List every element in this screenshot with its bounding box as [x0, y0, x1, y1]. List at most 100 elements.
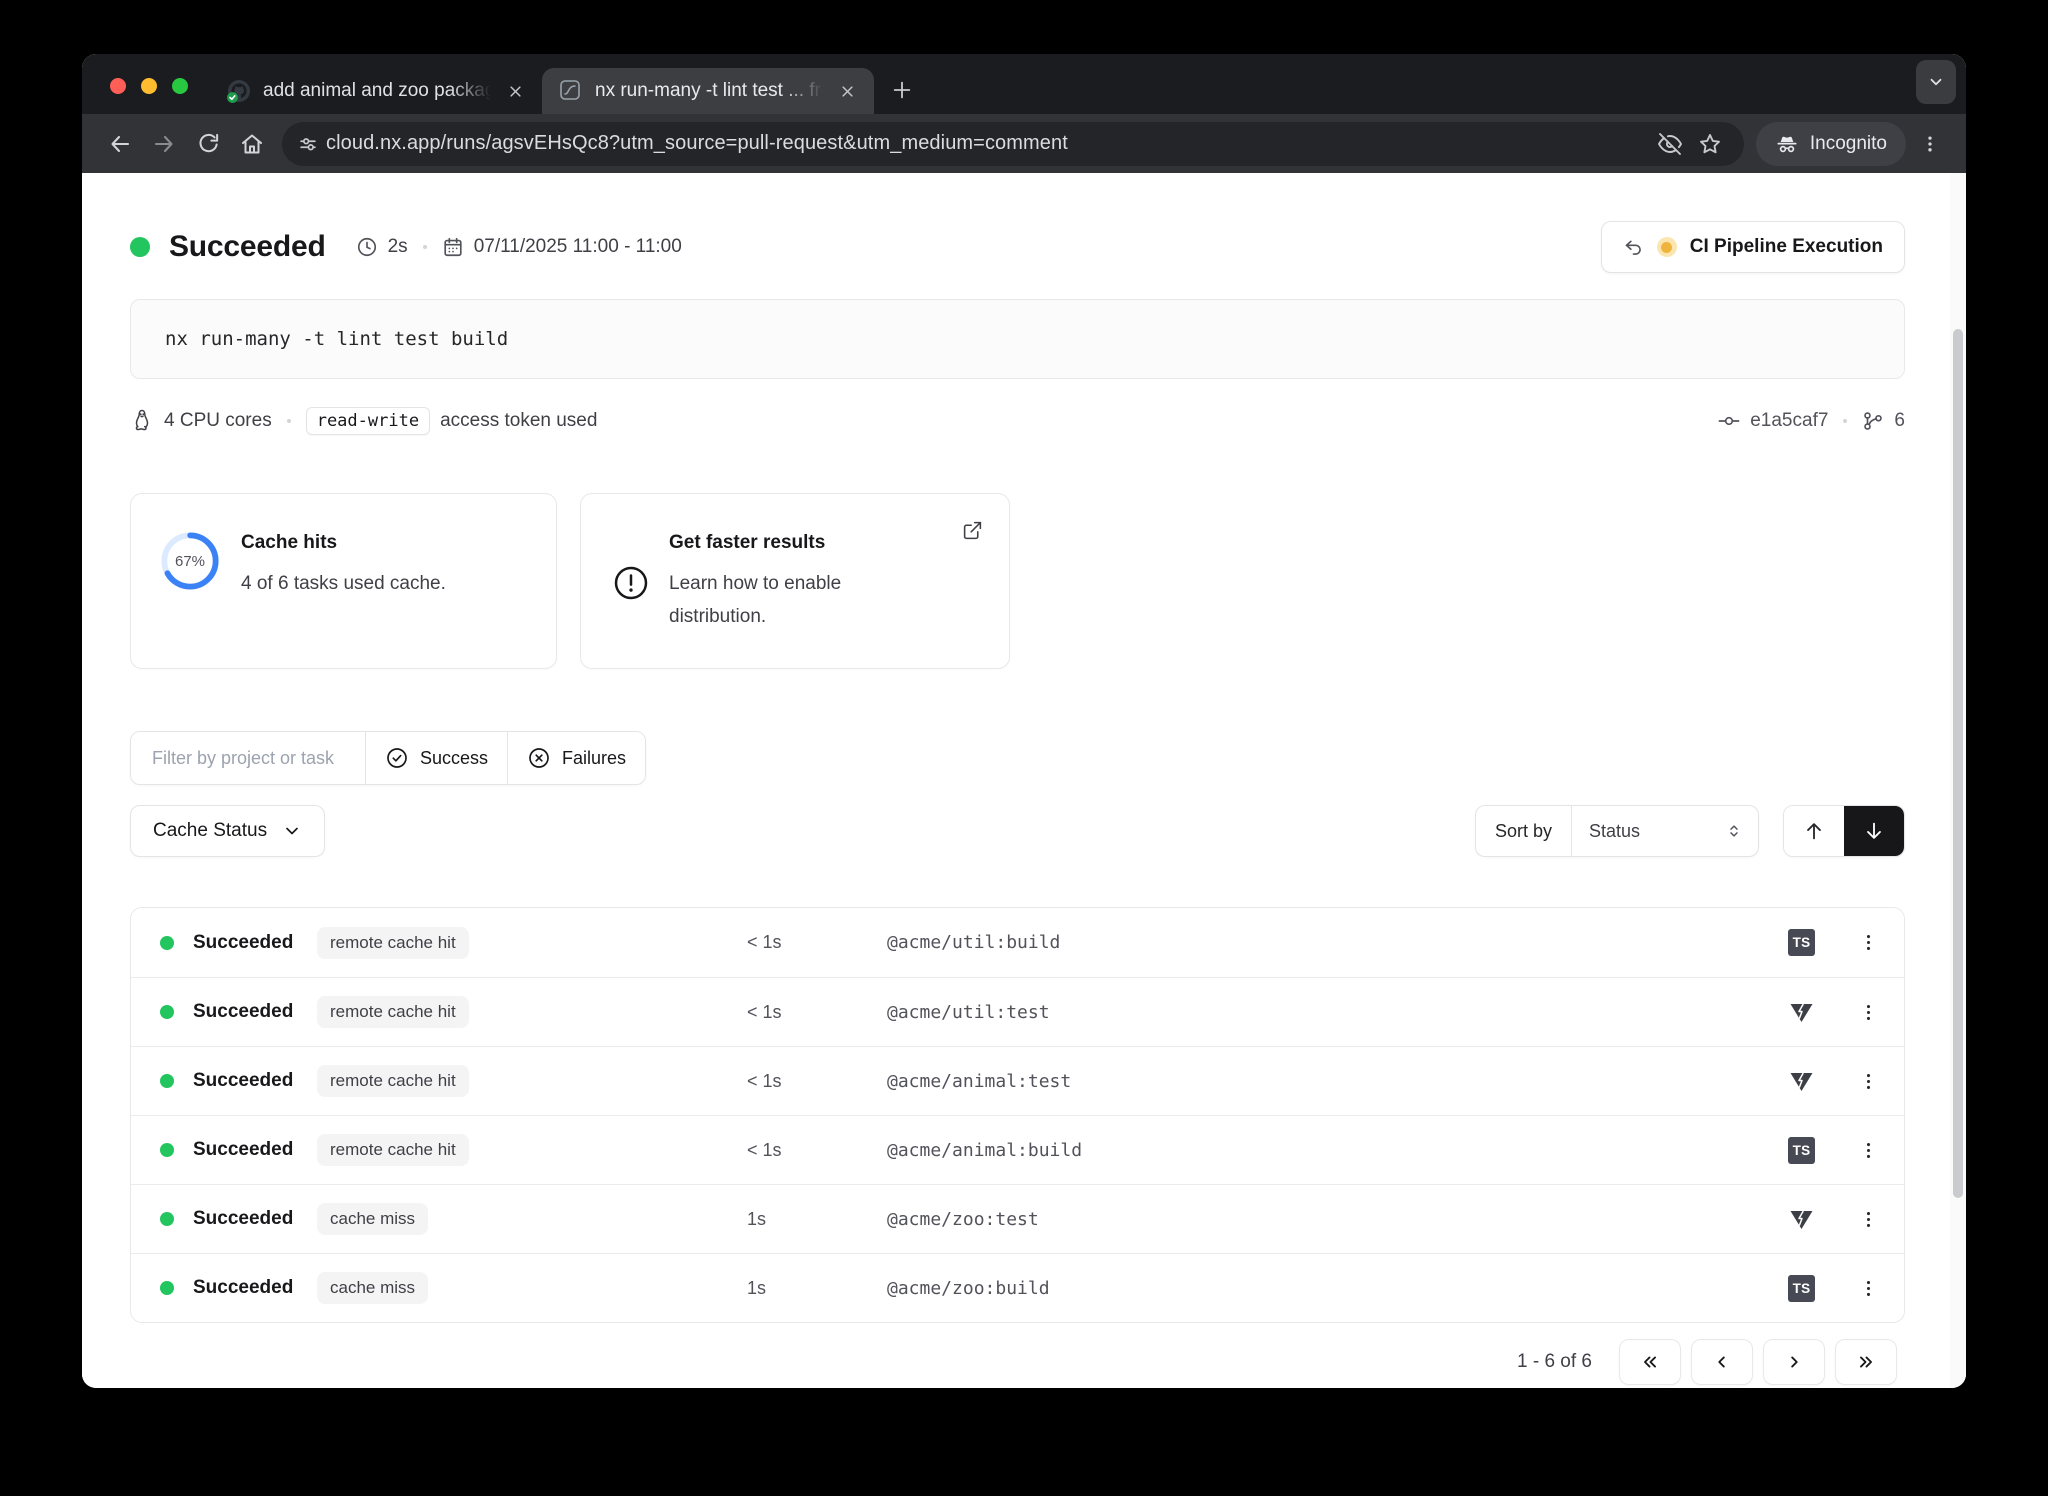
row-menu-icon[interactable] — [1857, 1137, 1880, 1164]
distribution-line2: distribution. — [669, 606, 767, 627]
sort-descending-button[interactable] — [1844, 806, 1904, 856]
table-row[interactable]: Succeeded remote cache hit < 1s @acme/ut… — [131, 977, 1904, 1046]
minimize-window-button[interactable] — [141, 78, 157, 94]
row-task-name[interactable]: @acme/animal:build — [882, 1140, 1788, 1161]
back-icon[interactable] — [98, 122, 142, 166]
select-chevrons-icon — [1725, 822, 1743, 840]
window-controls — [110, 78, 188, 94]
row-status-label: Succeeded — [193, 931, 294, 953]
run-status-title: Succeeded — [169, 230, 326, 263]
row-menu-icon[interactable] — [1857, 929, 1880, 956]
cache-hits-card: 67% Cache hits 4 of 6 tasks used cache. — [130, 493, 557, 669]
info-circle-icon — [611, 563, 651, 630]
ci-pipeline-execution-button[interactable]: CI Pipeline Execution — [1600, 221, 1905, 273]
sort-by-label: Sort by — [1476, 806, 1572, 856]
access-token-badge: read-write — [305, 407, 431, 435]
row-task-name[interactable]: @acme/util:build — [882, 932, 1788, 953]
chevron-down-icon — [282, 821, 302, 841]
cache-status-badge: cache miss — [317, 1203, 429, 1235]
first-page-button[interactable] — [1619, 1339, 1681, 1385]
row-actions: TS — [1788, 999, 1880, 1026]
ts-icon: TS — [1788, 929, 1815, 956]
table-row[interactable]: Succeeded remote cache hit < 1s @acme/ut… — [131, 908, 1904, 977]
table-row[interactable]: Succeeded remote cache hit < 1s @acme/an… — [131, 1115, 1904, 1184]
row-status-group: Succeeded cache miss — [155, 1272, 741, 1304]
pipeline-label: CI Pipeline Execution — [1689, 236, 1883, 257]
clock-icon — [356, 236, 378, 258]
tab-search-chevron-button[interactable] — [1916, 60, 1956, 104]
row-actions: TS — [1788, 1136, 1880, 1164]
tab-github-pr[interactable]: add animal and zoo packages — [210, 68, 542, 114]
tab-close-icon[interactable] — [834, 78, 860, 104]
sort-ascending-button[interactable] — [1784, 806, 1844, 856]
cpu-cores-text: 4 CPU cores — [164, 410, 272, 431]
eye-off-icon[interactable] — [1650, 126, 1690, 162]
distribution-title: Get faster results — [669, 532, 826, 553]
last-page-button[interactable] — [1835, 1339, 1897, 1385]
table-row[interactable]: Succeeded remote cache hit < 1s @acme/an… — [131, 1046, 1904, 1115]
page-content: Succeeded 2s 07/11/2025 11:00 - 11:00 CI… — [82, 173, 1966, 1388]
filter-success-toggle[interactable]: Success — [365, 732, 508, 784]
maximize-window-button[interactable] — [172, 78, 188, 94]
distribution-card[interactable]: Get faster results Learn how to enable d… — [580, 493, 1010, 669]
filter-success-label: Success — [420, 747, 489, 768]
next-page-button[interactable] — [1763, 1339, 1825, 1385]
commit-icon — [1718, 410, 1740, 432]
row-menu-icon[interactable] — [1857, 1068, 1880, 1095]
row-task-name[interactable]: @acme/animal:test — [882, 1071, 1788, 1092]
cache-status-badge: remote cache hit — [317, 1134, 469, 1166]
cache-hits-body: 4 of 6 tasks used cache. — [241, 573, 446, 594]
sort-direction-group — [1783, 805, 1905, 857]
sort-select[interactable]: Status — [1572, 806, 1758, 856]
filter-failures-label: Failures — [562, 747, 627, 768]
tab-close-icon[interactable] — [502, 78, 528, 104]
home-icon[interactable] — [230, 122, 274, 166]
separator-dot — [422, 245, 427, 249]
task-table: Succeeded remote cache hit < 1s @acme/ut… — [130, 907, 1905, 1323]
commit-sha[interactable]: e1a5caf7 — [1750, 410, 1828, 432]
status-dot — [160, 935, 174, 950]
sort-group: Sort by Status — [1474, 805, 1759, 857]
pipeline-status-dot — [1656, 237, 1677, 257]
forward-icon[interactable] — [142, 122, 186, 166]
run-meta: 2s 07/11/2025 11:00 - 11:00 — [356, 236, 682, 258]
filter-failures-toggle[interactable]: Failures — [507, 732, 646, 784]
row-duration: 1s — [747, 1208, 767, 1229]
tabs: add animal and zoo packages nx run-many … — [210, 54, 922, 114]
row-task-name[interactable]: @acme/zoo:test — [882, 1209, 1788, 1230]
pagination: 1 - 6 of 6 — [130, 1339, 1905, 1385]
filter-input[interactable] — [131, 732, 365, 784]
tab-title: add animal and zoo packages — [263, 80, 491, 101]
row-task-name[interactable]: @acme/zoo:build — [882, 1278, 1788, 1299]
browser-window: add animal and zoo packages nx run-many … — [82, 54, 1966, 1388]
url-text[interactable]: cloud.nx.app/runs/agsvEHsQc8?utm_source=… — [326, 132, 1650, 155]
row-status-label: Succeeded — [193, 1277, 294, 1298]
separator-dot — [1843, 419, 1848, 423]
run-meta-row: 4 CPU cores read-write access token used… — [130, 407, 1905, 435]
status-dot — [160, 1281, 174, 1295]
bookmark-star-icon[interactable] — [1690, 126, 1730, 162]
close-window-button[interactable] — [110, 78, 126, 94]
reload-icon[interactable] — [186, 122, 230, 166]
tab-nx-run[interactable]: nx run-many -t lint test ... fro — [542, 68, 874, 114]
row-menu-icon[interactable] — [1857, 1275, 1880, 1302]
incognito-badge[interactable]: Incognito — [1755, 121, 1906, 166]
browser-toolbar: cloud.nx.app/runs/agsvEHsQc8?utm_source=… — [82, 114, 1966, 173]
browser-menu-icon[interactable] — [1910, 122, 1950, 166]
prev-page-button[interactable] — [1691, 1339, 1753, 1385]
row-menu-icon[interactable] — [1857, 999, 1880, 1026]
url-bar[interactable]: cloud.nx.app/runs/agsvEHsQc8?utm_source=… — [282, 121, 1744, 166]
table-row[interactable]: Succeeded cache miss 1s @acme/zoo:build … — [131, 1253, 1904, 1322]
row-actions: TS — [1788, 929, 1880, 956]
row-status-group: Succeeded cache miss — [155, 1203, 741, 1235]
table-row[interactable]: Succeeded cache miss 1s @acme/zoo:test T… — [131, 1184, 1904, 1253]
row-task-name[interactable]: @acme/util:test — [882, 1002, 1788, 1023]
task-count[interactable]: 6 — [1894, 410, 1905, 432]
new-tab-button[interactable] — [882, 70, 922, 110]
scrollbar-thumb[interactable] — [1953, 329, 1963, 1198]
status-dot — [160, 1005, 174, 1019]
cache-status-dropdown[interactable]: Cache Status — [130, 805, 326, 857]
row-menu-icon[interactable] — [1857, 1206, 1880, 1233]
site-settings-icon[interactable] — [290, 126, 326, 162]
branch-icon — [1862, 410, 1884, 432]
